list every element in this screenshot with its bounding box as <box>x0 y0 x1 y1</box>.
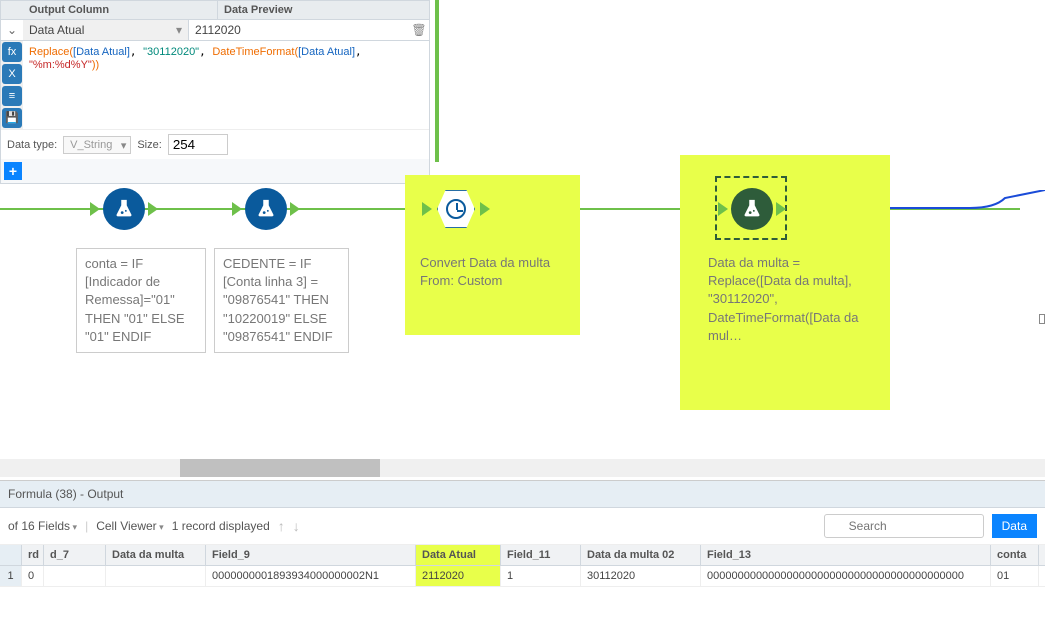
anchor-out[interactable] <box>290 202 300 216</box>
preview-value: 2112020 <box>189 20 409 40</box>
col-data-da-multa-02[interactable]: Data da multa 02 <box>581 545 701 565</box>
size-label: Size: <box>137 139 161 151</box>
col-rd[interactable]: rd <box>22 545 44 565</box>
datatype-select[interactable]: V_String <box>63 136 131 154</box>
cell-d7 <box>44 566 106 586</box>
datatype-row: Data type: V_String Size: <box>1 129 429 159</box>
resize-handle[interactable] <box>1039 314 1045 324</box>
annotation-4: Data da multa = Replace([Data da multa],… <box>700 248 875 351</box>
formula-tool-selected[interactable] <box>731 188 773 230</box>
record-count: 1 record displayed <box>172 519 270 533</box>
canvas-scrollbar[interactable] <box>0 459 1045 477</box>
cell-field11: 1 <box>501 566 581 586</box>
anchor-in[interactable] <box>90 202 100 216</box>
list-icon[interactable]: ≡ <box>2 86 22 106</box>
formula-text[interactable]: Replace([Data Atual], "30112020", DateTi… <box>23 41 429 129</box>
output-column-select[interactable]: Data Atual ▾ <box>23 20 189 40</box>
cell-data-da-multa-02: 30112020 <box>581 566 701 586</box>
search-wrap <box>824 514 984 538</box>
search-input[interactable] <box>824 514 984 538</box>
datatype-label: Data type: <box>7 139 57 151</box>
results-title: Formula (38) - Output <box>0 481 1045 508</box>
dropdown-icon: ▾ <box>176 23 182 37</box>
fx-icon[interactable]: fx <box>2 42 22 62</box>
results-toolbar: of 16 Fields | Cell Viewer 1 record disp… <box>0 508 1045 545</box>
config-field-row: ⌄ Data Atual ▾ 2112020 🗑 <box>1 20 429 41</box>
next-icon[interactable]: ↓ <box>293 518 300 534</box>
results-grid: rd d_7 Data da multa Field_9 Data Atual … <box>0 545 1045 587</box>
formula-tool-1[interactable] <box>103 188 145 230</box>
col-field13[interactable]: Field_13 <box>701 545 991 565</box>
results-panel: Formula (38) - Output of 16 Fields | Cel… <box>0 480 1045 632</box>
formula-side-toolbar: fx X ≡ 💾 <box>1 41 23 129</box>
annotation-2: CEDENTE = IF [Conta linha 3] = "09876541… <box>214 248 349 353</box>
delete-icon[interactable]: 🗑 <box>409 23 429 37</box>
col-conta[interactable]: conta <box>991 545 1039 565</box>
x-var-icon[interactable]: X <box>2 64 22 84</box>
prev-icon[interactable]: ↑ <box>278 518 285 534</box>
fields-dropdown[interactable]: of 16 Fields <box>8 519 77 533</box>
cell-rd: 0 <box>22 566 44 586</box>
size-input[interactable] <box>168 134 228 155</box>
col-field9[interactable]: Field_9 <box>206 545 416 565</box>
config-header: Output Column Data Preview <box>1 1 429 20</box>
formula-editor: fx X ≡ 💾 Replace([Data Atual], "30112020… <box>1 41 429 129</box>
grid-header: rd d_7 Data da multa Field_9 Data Atual … <box>0 545 1045 566</box>
canvas-border <box>435 0 439 162</box>
rowhead-blank <box>0 545 22 565</box>
data-preview-header: Data Preview <box>218 1 429 19</box>
formula-config-panel: Output Column Data Preview ⌄ Data Atual … <box>0 0 430 184</box>
cell-conta: 01 <box>991 566 1039 586</box>
datetime-tool[interactable] <box>435 188 477 230</box>
anchor-in[interactable] <box>232 202 242 216</box>
formula-tool-2[interactable] <box>245 188 287 230</box>
cell-field13: 0000000000000000000000000000000000000000… <box>701 566 991 586</box>
anchor-out[interactable] <box>148 202 158 216</box>
col-data-atual[interactable]: Data Atual <box>416 545 501 565</box>
cell-data-atual: 2112020 <box>416 566 501 586</box>
cell-data-da-multa <box>106 566 206 586</box>
col-field11[interactable]: Field_11 <box>501 545 581 565</box>
add-expression-button[interactable]: + <box>4 162 22 180</box>
row-number: 1 <box>0 566 22 586</box>
annotation-3: Convert Data da multa From: Custom <box>412 248 567 296</box>
cell-viewer-dropdown[interactable]: Cell Viewer <box>96 519 164 533</box>
data-button[interactable]: Data <box>992 514 1037 538</box>
annotation-1: conta = IF [Indicador de Remessa]="01" T… <box>76 248 206 353</box>
col-d7[interactable]: d_7 <box>44 545 106 565</box>
output-column-header: Output Column <box>23 1 218 19</box>
collapse-icon[interactable]: ⌄ <box>1 23 23 37</box>
cell-field9: 0000000001893934000000002N1 <box>206 566 416 586</box>
save-icon[interactable]: 💾 <box>2 108 22 128</box>
table-row[interactable]: 1 0 0000000001893934000000002N1 2112020 … <box>0 566 1045 587</box>
col-data-da-multa[interactable]: Data da multa <box>106 545 206 565</box>
